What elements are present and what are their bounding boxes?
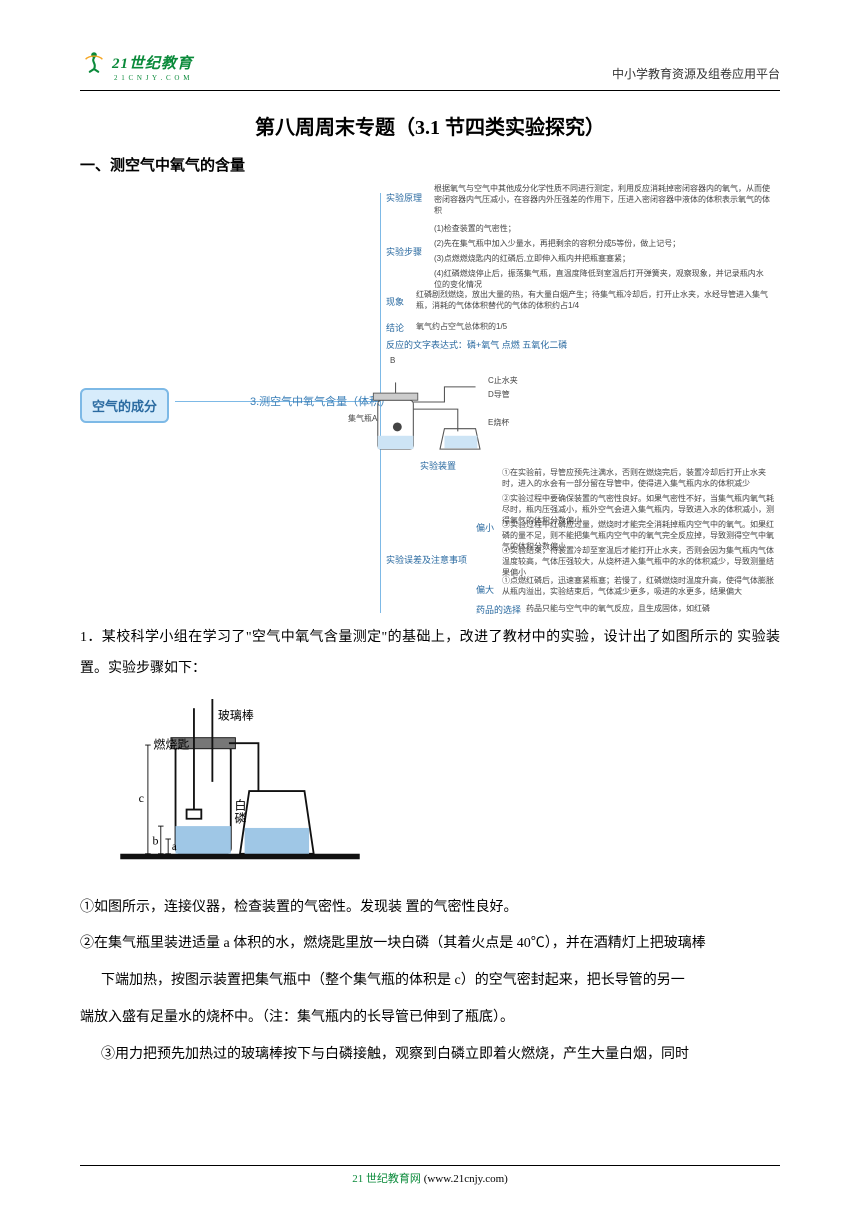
mm-err1: ①在实验前，导管应预先注满水，否则在燃烧完后，装置冷却后打开止水夹时，进入的水会… (502, 467, 778, 489)
page-footer: 21 世纪教育网 (www.21cnjy.com) (0, 1165, 860, 1186)
mm-apparatus-label: 实验装置 (420, 459, 456, 472)
mm-apparatus-a: 集气瓶A (348, 413, 377, 424)
mm-error-label: 实验误差及注意事项 (386, 553, 467, 566)
footer-brand: 21 世纪教育网 (352, 1173, 421, 1185)
mm-principle-label: 实验原理 (386, 191, 422, 204)
mm-apparatus-d: D导管 (488, 389, 510, 400)
fig-spoon-label: 燃烧匙 (153, 736, 189, 751)
mm-apparatus-b: B (390, 355, 395, 366)
fig-p-label1: 白 (234, 797, 246, 812)
mm-step3: (3)点燃燃烧匙内的红磷后,立即伸入瓶内并把瓶塞塞紧； (434, 253, 630, 264)
mm-big-label: 偏大 (476, 583, 494, 596)
mm-conclusion-text: 氧气约占空气总体积的1/5 (416, 321, 507, 332)
mm-root: 空气的成分 (80, 388, 169, 423)
mm-apparatus-e: E烧杯 (488, 417, 509, 428)
page-header: 21世纪教育 2 1 C N J Y . C O M 中小学教育资源及组卷应用平… (80, 48, 780, 82)
section-heading: 一、测空气中氧气的含量 (80, 154, 780, 175)
logo-subtext: 2 1 C N J Y . C O M (114, 74, 193, 82)
q1-intro: 1．某校科学小组在学习了"空气中氧气含量测定"的基础上，改进了教材中的实验，设计… (80, 623, 780, 685)
logo-block: 21世纪教育 2 1 C N J Y . C O M (80, 48, 193, 82)
q1-step1: ①如图所示，连接仪器，检查装置的气密性。发现装 置的气密性良好。 (80, 893, 780, 924)
q1-figure: 玻璃棒 燃烧匙 白 磷 c b a (120, 699, 780, 879)
q1-step2: ②在集气瓶里装进适量 a 体积的水，燃烧匙里放一块白磷（其着火点是 40℃），并… (80, 929, 780, 960)
mm-phenomena-text: 红磷剧烈燃烧，放出大量的热，有大量白烟产生；待集气瓶冷却后，打开止水夹，水经导管… (416, 289, 770, 311)
footer-url: (www.21cnjy.com) (424, 1173, 508, 1185)
mm-principle-text: 根据氧气与空气中其他成分化学性质不同进行测定，利用反应消耗掉密闭容器内的氧气，从… (434, 183, 770, 217)
fig-rod-label: 玻璃棒 (218, 708, 254, 722)
logo-text: 21世纪教育 (112, 52, 193, 73)
fig-a-label: a (172, 841, 177, 853)
mm-err5: ①点燃红磷后，迅速塞紧瓶塞；若慢了，红磷燃烧时温度升高，使得气体膨胀从瓶内溢出，… (502, 575, 778, 597)
logo-icon (80, 48, 108, 76)
mm-small-label: 偏小 (476, 521, 494, 534)
mm-phenomena-label: 现象 (386, 295, 404, 308)
mm-step4: (4)红磷燃烧停止后，振荡集气瓶，直温度降低到室温后打开弹簧夹，观察现象，并记录… (434, 268, 770, 290)
fig-c-label: c (139, 791, 144, 805)
mm-step1: (1)检查装置的气密性； (434, 223, 516, 234)
page-title: 第八周周末专题（3.1 节四类实验探究） (80, 111, 780, 140)
q1-step4: ③用力把预先加热过的玻璃棒按下与白磷接触，观察到白磷立即着火燃烧，产生大量白烟，… (80, 1040, 780, 1071)
mm-steps-label: 实验步骤 (386, 245, 422, 258)
mm-choice-label: 药品的选择 (476, 603, 521, 616)
mindmap: 空气的成分 3.测空气中氧气含量（体积） 实验原理 根据氧气与空气中其他成分化学… (80, 183, 780, 613)
header-rule (80, 90, 780, 91)
mm-apparatus-c: C止水夹 (488, 375, 518, 386)
mm-err4: ④实验结束，待装置冷却至室温后才能打开止水夹，否则会因为集气瓶内气体温度较高，气… (502, 545, 778, 579)
q1-step3a: 下端加热，按图示装置把集气瓶中（整个集气瓶的体积是 c）的空气密封起来，把长导管… (80, 966, 780, 997)
mm-equation: 反应的文字表达式：磷+氧气 点燃 五氧化二磷 (386, 339, 567, 352)
q1-step3b: 端放入盛有足量水的烧杯中。（注：集气瓶内的长导管已伸到了瓶底）。 (80, 1003, 780, 1034)
mm-choice-text: 药品只能与空气中的氧气反应，且生成固体，如红磷 (526, 603, 710, 614)
fig-p-label2: 磷 (234, 810, 246, 825)
mm-conclusion-label: 结论 (386, 321, 404, 334)
fig-b-label: b (153, 833, 159, 847)
mm-step2: (2)先在集气瓶中加入少量水，再把剩余的容积分成5等份，做上记号； (434, 238, 680, 249)
header-right-text: 中小学教育资源及组卷应用平台 (612, 65, 780, 82)
